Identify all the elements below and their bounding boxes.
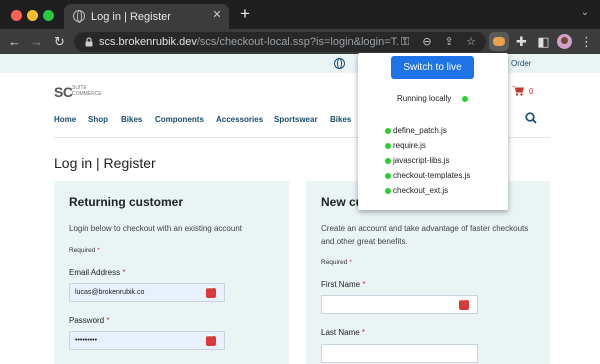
cart-count: 0 bbox=[529, 87, 534, 96]
url-text: scs.brokenrubik.dev/scs/checkout-local.s… bbox=[99, 36, 399, 48]
globe-icon bbox=[73, 10, 85, 23]
first-name-field[interactable] bbox=[321, 295, 478, 314]
file-item: checkout-templates.js bbox=[393, 171, 471, 180]
close-window-button[interactable] bbox=[11, 10, 22, 21]
browser-tab[interactable]: Log in | Register ✕ bbox=[64, 4, 229, 29]
nav-item-home[interactable]: Home bbox=[54, 115, 76, 124]
site-logo[interactable]: SC SUITE COMMERCE bbox=[54, 84, 102, 100]
file-item: javascript-libs.js bbox=[393, 156, 450, 165]
maximize-window-button[interactable] bbox=[43, 10, 54, 21]
password-label: Password * bbox=[69, 316, 110, 325]
reload-button[interactable]: ↻ bbox=[51, 33, 68, 50]
extension-icon[interactable] bbox=[489, 32, 509, 51]
browser-toolbar: ← → ↻ scs.brokenrubik.dev/scs/checkout-l… bbox=[0, 29, 600, 54]
avatar[interactable] bbox=[557, 34, 572, 49]
last-name-label: Last Name * bbox=[321, 328, 366, 337]
new-tab-button[interactable]: + bbox=[236, 5, 254, 23]
key-icon[interactable]: ⚿ bbox=[397, 34, 413, 50]
status-dot-icon bbox=[385, 158, 391, 164]
order-link[interactable]: Order bbox=[511, 59, 531, 68]
web-page: Order SC SUITE COMMERCE 0 Home Shop Bikes… bbox=[0, 54, 600, 364]
switch-to-live-button[interactable]: Switch to live bbox=[391, 56, 474, 79]
side-panel-icon[interactable]: ◧ bbox=[535, 33, 552, 50]
nav-item-accessories[interactable]: Accessories bbox=[216, 115, 263, 124]
address-bar[interactable]: scs.brokenrubik.dev/scs/checkout-local.s… bbox=[74, 32, 486, 52]
chevron-down-icon[interactable]: ⌄ bbox=[578, 7, 592, 21]
extensions-puzzle-icon[interactable]: ✚ bbox=[513, 33, 530, 50]
share-icon[interactable]: ⇪ bbox=[441, 34, 457, 50]
nav-item-bikes[interactable]: Bikes bbox=[121, 115, 142, 124]
nav-item-bikes-2[interactable]: Bikes bbox=[330, 115, 351, 124]
returning-customer-title: Returning customer bbox=[69, 195, 184, 209]
zoom-icon[interactable]: ⊖ bbox=[419, 34, 435, 50]
required-note: Required * bbox=[321, 259, 352, 266]
menu-kebab-icon[interactable]: ⋮ bbox=[578, 33, 595, 50]
tab-bar: Log in | Register ✕ + ⌄ bbox=[0, 0, 600, 29]
returning-customer-card: Returning customer Login below to checko… bbox=[54, 181, 289, 364]
nav-item-sportswear[interactable]: Sportswear bbox=[274, 115, 318, 124]
file-item: require.js bbox=[393, 141, 426, 150]
status-dot-icon bbox=[385, 128, 391, 134]
minimize-window-button[interactable] bbox=[27, 10, 38, 21]
forward-button[interactable]: → bbox=[28, 33, 45, 50]
password-manager-icon[interactable] bbox=[206, 286, 216, 298]
file-item: checkout_ext.js bbox=[393, 186, 449, 195]
page-title: Log in | Register bbox=[54, 155, 156, 171]
required-note: Required * bbox=[69, 247, 100, 254]
status-dot-icon bbox=[385, 188, 391, 194]
last-name-field[interactable] bbox=[321, 344, 478, 363]
email-label: Email Address * bbox=[69, 268, 126, 277]
cart-icon[interactable] bbox=[512, 85, 524, 96]
status-dot-icon bbox=[385, 143, 391, 149]
status-text: Running locally bbox=[397, 94, 452, 103]
search-icon[interactable] bbox=[525, 112, 537, 124]
bookmark-star-icon[interactable]: ☆ bbox=[463, 34, 479, 50]
extension-popup: Switch to live Running locally define_pa… bbox=[358, 53, 508, 210]
new-customer-description: Create an account and take advantage of … bbox=[321, 224, 529, 246]
file-item: define_patch.js bbox=[393, 126, 447, 135]
tab-close-icon[interactable]: ✕ bbox=[210, 8, 224, 22]
status-dot-icon bbox=[385, 173, 391, 179]
lock-icon bbox=[85, 37, 93, 47]
back-button[interactable]: ← bbox=[6, 33, 23, 50]
new-customer-title: New cu bbox=[321, 195, 364, 209]
sandbox-icon bbox=[493, 37, 505, 46]
returning-customer-description: Login below to checkout with an existing… bbox=[69, 224, 242, 233]
password-manager-icon[interactable] bbox=[459, 298, 469, 310]
top-strip: Order bbox=[0, 54, 600, 73]
tab-title: Log in | Register bbox=[91, 11, 171, 23]
first-name-label: First Name * bbox=[321, 280, 366, 289]
status-dot-icon bbox=[462, 96, 468, 102]
nav-item-shop[interactable]: Shop bbox=[88, 115, 108, 124]
email-field[interactable]: lucas@brokenrubik.co bbox=[69, 283, 225, 302]
password-manager-icon[interactable] bbox=[206, 334, 216, 346]
language-globe-icon[interactable] bbox=[334, 58, 345, 69]
nav-item-components[interactable]: Components bbox=[155, 115, 204, 124]
password-field[interactable]: ••••••••• bbox=[69, 331, 225, 350]
